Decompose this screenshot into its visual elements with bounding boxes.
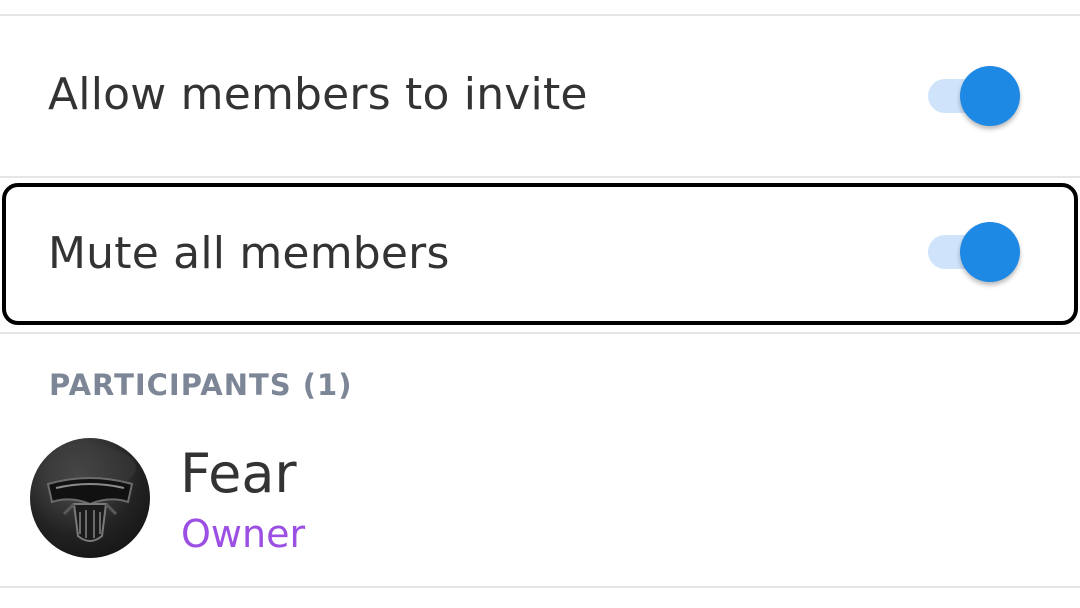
- group-settings-screen: Allow members to invite Mute all members…: [0, 0, 1080, 608]
- avatar[interactable]: [30, 438, 150, 558]
- focus-highlight: [2, 183, 1078, 325]
- masked-helmet-icon: [44, 446, 136, 542]
- participant-name: Fear: [180, 442, 297, 505]
- allow-invite-row[interactable]: Allow members to invite: [0, 16, 1080, 176]
- row-divider: [0, 332, 1080, 334]
- participant-role-badge: Owner: [181, 512, 306, 556]
- participant-list-item[interactable]: [0, 430, 1080, 586]
- participants-header: PARTICIPANTS (1): [49, 368, 353, 402]
- allow-invite-label: Allow members to invite: [48, 69, 588, 120]
- bottom-divider: [0, 586, 1080, 588]
- toggle-thumb: [960, 66, 1020, 126]
- allow-invite-toggle[interactable]: [924, 63, 1024, 127]
